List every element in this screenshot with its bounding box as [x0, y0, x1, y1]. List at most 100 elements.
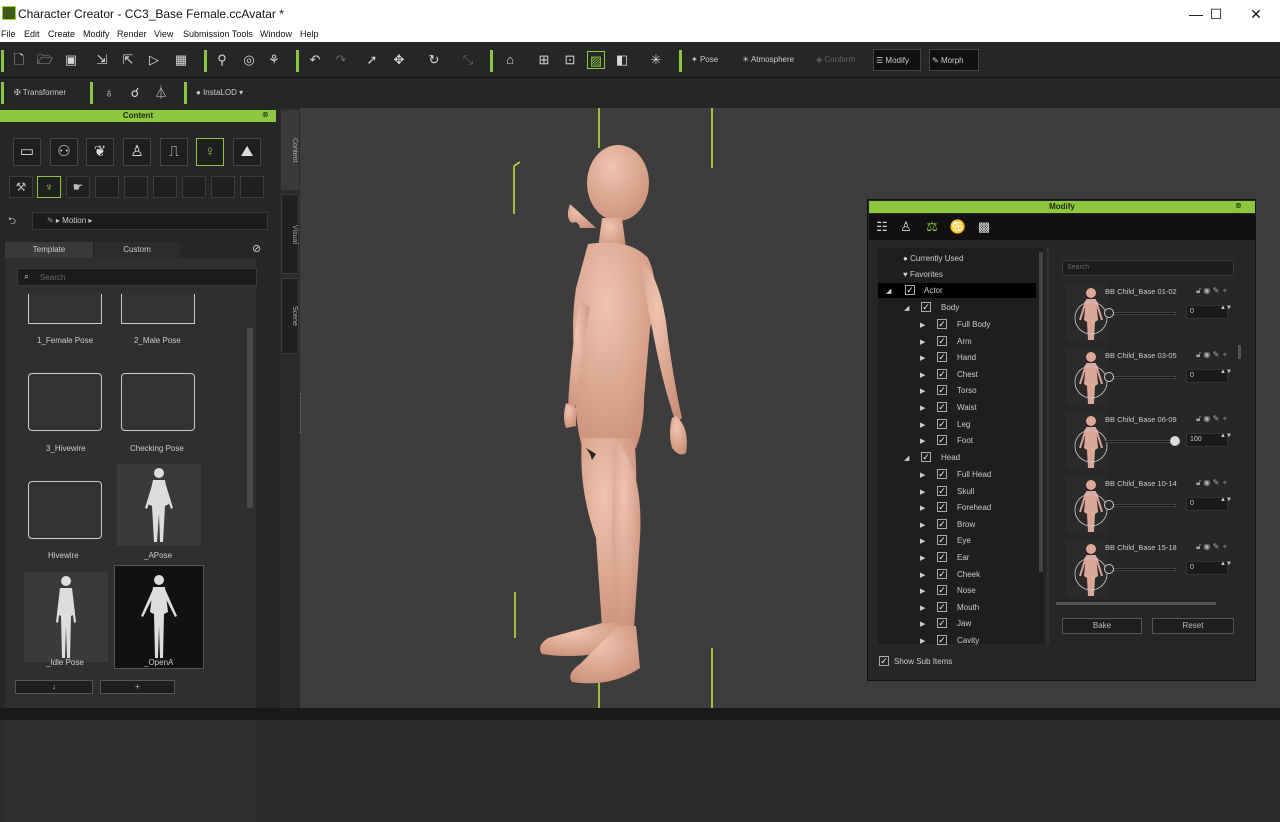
morph-button[interactable]: ✎ Morph	[929, 49, 979, 71]
spinner-arrows-icon[interactable]: ▲▼	[1220, 497, 1232, 503]
expand-arrow-icon[interactable]: ▶	[920, 471, 925, 479]
tree-item[interactable]: Cheek	[957, 570, 980, 579]
checkbox[interactable]: ✓	[937, 518, 947, 529]
tree-item[interactable]: Mouth	[957, 603, 979, 612]
rotate-icon[interactable]: ↻	[425, 51, 443, 69]
spinner-arrows-icon[interactable]: ▲▼	[1220, 561, 1232, 567]
checkbox[interactable]: ✓	[937, 319, 947, 329]
lock-icon[interactable]: 🔓︎ ◉ ✎ ⚬	[1196, 542, 1228, 552]
checkbox[interactable]: ✓	[937, 585, 947, 596]
lock-icon[interactable]: 🔓︎ ◉ ✎ ⚬	[1196, 350, 1228, 360]
pose-button[interactable]: ✦ Pose	[689, 49, 718, 71]
tree-favorites[interactable]: ♥ Favorites	[903, 270, 943, 279]
menu-submission-tools[interactable]: Submission Tools	[183, 29, 253, 39]
tree-item[interactable]: Full Head	[957, 470, 991, 479]
expand-arrow-icon[interactable]: ▶	[920, 321, 925, 329]
actor-icon[interactable]: ⚇	[50, 138, 78, 166]
checkbox[interactable]: ✓	[937, 385, 947, 396]
expand-arrow-icon[interactable]: ▶	[920, 637, 925, 645]
slider-handle[interactable]	[1104, 500, 1114, 510]
slider-handle[interactable]	[1104, 372, 1114, 382]
list-item[interactable]: _APose	[144, 551, 172, 560]
home-camera-icon[interactable]: ⌂	[501, 51, 519, 69]
folder-icon[interactable]	[28, 481, 102, 539]
frame-selected-icon[interactable]: ⊞	[535, 51, 553, 69]
tree-actor[interactable]: Actor	[924, 286, 943, 295]
panel-close-icon[interactable]: ⊗	[1235, 201, 1242, 210]
cloth-icon[interactable]: ♙	[123, 138, 151, 166]
panel-splitter[interactable]	[300, 393, 303, 433]
checkbox[interactable]: ✓	[937, 568, 947, 579]
menu-window[interactable]: Window	[260, 29, 292, 39]
list-item[interactable]: Checking Pose	[130, 444, 184, 453]
list-item[interactable]: Hivewire	[48, 551, 79, 560]
expand-arrow-icon[interactable]: ▶	[920, 604, 925, 612]
scrollbar[interactable]	[1039, 252, 1043, 572]
import-icon[interactable]: ⇲	[93, 51, 111, 69]
character-icon[interactable]: ⚲	[213, 51, 231, 69]
modify-button[interactable]: ☰ Modify	[873, 49, 921, 71]
search-input[interactable]: Search	[40, 273, 65, 282]
transformer-button[interactable]: ✠ Transformer	[12, 82, 66, 104]
tab-scene[interactable]: Scene	[281, 278, 299, 354]
gesture-sub-icon[interactable]: ☛	[66, 176, 90, 198]
expand-arrow-icon[interactable]: ▶	[920, 338, 925, 346]
redo-icon[interactable]: ↷	[332, 51, 350, 69]
select-icon[interactable]: ➚	[363, 51, 381, 69]
checkbox[interactable]: ✓	[905, 285, 915, 295]
expand-arrow-icon[interactable]: ▶	[920, 504, 925, 512]
hair-icon[interactable]: ❦	[86, 138, 114, 166]
scrollbar[interactable]	[1056, 602, 1216, 605]
expand-arrow-icon[interactable]: ▶	[920, 354, 925, 362]
checkbox[interactable]: ✓	[937, 502, 947, 513]
mesh-tool-icon[interactable]: ⏃	[152, 84, 170, 102]
tree-item[interactable]: Full Body	[957, 320, 990, 329]
lock-icon[interactable]: 🔓︎ ◉ ✎ ⚬	[1196, 414, 1228, 424]
tree-actor-row[interactable]	[878, 283, 1036, 298]
tab-custom[interactable]: Custom	[94, 242, 180, 258]
folder-icon[interactable]	[28, 294, 102, 324]
bake-button[interactable]: Bake	[1062, 618, 1142, 634]
save-icon[interactable]: ▣	[62, 51, 80, 69]
conform-button[interactable]: ◈ Conform	[814, 49, 855, 71]
checkbox[interactable]: ✓	[937, 402, 947, 412]
checkbox[interactable]: ✓	[921, 452, 931, 462]
slider-track[interactable]	[1106, 312, 1176, 315]
expand-arrow-icon[interactable]: ▶	[920, 521, 925, 529]
instalod-button[interactable]: ● InstaLOD ▾	[194, 82, 243, 104]
chevron-down-icon[interactable]: ⊘	[252, 242, 261, 255]
checkbox[interactable]: ✓	[937, 535, 947, 546]
slider-track[interactable]	[1106, 376, 1176, 379]
attribute-icon[interactable]: ☷	[873, 218, 891, 236]
tree-item[interactable]: Jaw	[957, 619, 971, 628]
material-checker-icon[interactable]: ▩	[975, 218, 993, 236]
morph-search-input[interactable]: Search	[1062, 260, 1234, 276]
new-file-icon[interactable]: 🗋	[10, 51, 28, 69]
move-icon[interactable]: ✥	[390, 51, 408, 69]
menu-render[interactable]: Render	[117, 29, 147, 39]
tree-item[interactable]: Chest	[957, 370, 978, 379]
spinner-arrows-icon[interactable]: ▲▼	[1220, 305, 1232, 311]
checkbox[interactable]: ✓	[937, 485, 947, 496]
checkbox[interactable]: ✓	[879, 656, 889, 666]
tab-visual[interactable]: Visual	[281, 194, 299, 274]
scrollbar[interactable]	[247, 328, 253, 508]
checkbox[interactable]: ✓	[937, 418, 947, 429]
spinner-arrows-icon[interactable]: ▲▼	[1220, 433, 1232, 439]
slider-track[interactable]	[1106, 568, 1176, 571]
checkbox[interactable]: ✓	[937, 552, 947, 562]
tree-item[interactable]: Nose	[957, 586, 976, 595]
tree-item[interactable]: Brow	[957, 520, 975, 529]
list-item[interactable]: _OpenA	[144, 658, 173, 667]
display-mode-icon[interactable]: ◧	[613, 51, 631, 69]
hair-tab-icon[interactable]: ♋	[949, 218, 967, 236]
checkbox[interactable]: ✓	[937, 635, 947, 645]
tree-item[interactable]: Ear	[957, 553, 969, 562]
expand-arrow-icon[interactable]: ▶	[920, 537, 925, 545]
scene-content-icon[interactable]: ⛰	[233, 138, 261, 166]
menu-modify[interactable]: Modify	[83, 29, 110, 39]
reset-button[interactable]: Reset	[1152, 618, 1234, 634]
light-icon[interactable]: ✳	[647, 51, 665, 69]
tree-head[interactable]: Head	[941, 453, 960, 462]
slider-handle[interactable]	[1104, 308, 1114, 318]
